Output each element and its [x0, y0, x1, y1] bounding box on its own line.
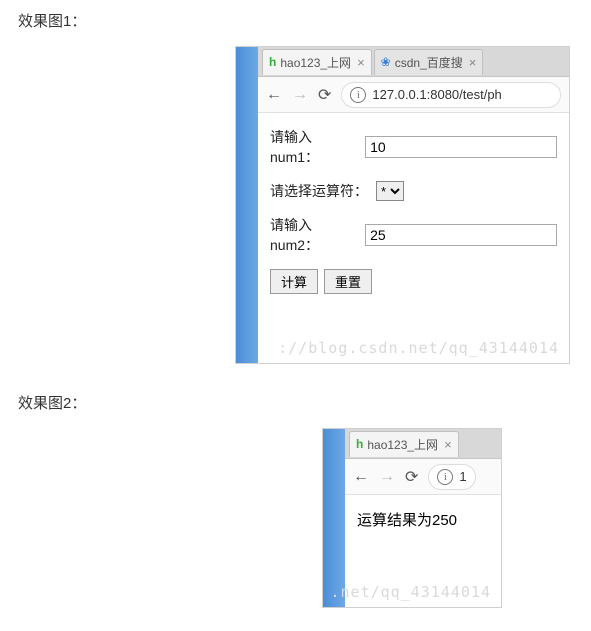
left-stripe	[236, 47, 258, 363]
address-bar: ← → ⟳ i 1	[345, 459, 501, 495]
tab-title: csdn_百度搜	[395, 54, 463, 71]
info-icon[interactable]: i	[437, 469, 453, 485]
select-operator[interactable]: *	[376, 181, 404, 201]
reload-button[interactable]: ⟳	[318, 85, 331, 105]
tab-title: hao123_上网	[367, 436, 438, 453]
url-input[interactable]: i 1	[428, 464, 475, 490]
input-num2[interactable]	[365, 224, 557, 246]
label-num1: 请输入num1：	[270, 127, 357, 167]
tab-hao123[interactable]: h hao123_上网 ×	[349, 431, 459, 457]
row-operator: 请选择运算符： *	[270, 181, 557, 201]
calc-button[interactable]: 计算	[270, 269, 318, 294]
close-icon[interactable]: ×	[469, 55, 477, 70]
row-num2: 请输入num2：	[270, 215, 557, 255]
url-input[interactable]: i 127.0.0.1:8080/test/ph	[341, 82, 561, 108]
result-text: 运算结果为250	[357, 509, 489, 530]
label-num2: 请输入num2：	[270, 215, 357, 255]
browser-window-1: h hao123_上网 × ❀ csdn_百度搜 × ← → ⟳ i 127.0…	[235, 46, 570, 364]
button-row: 计算 重置	[270, 269, 557, 294]
left-stripe	[323, 429, 345, 607]
tab-bar: h hao123_上网 ×	[345, 429, 501, 459]
reset-button[interactable]: 重置	[324, 269, 372, 294]
page-content-1: 请输入num1： 请选择运算符： * 请输入num2： 计算 重置 ://blo…	[258, 113, 569, 363]
watermark: ://blog.csdn.net/qq_43144014	[278, 339, 559, 357]
reload-button[interactable]: ⟳	[405, 467, 418, 487]
caption-fig2: 效果图2：	[18, 392, 591, 413]
tab-title: hao123_上网	[280, 54, 351, 71]
close-icon[interactable]: ×	[444, 437, 452, 452]
page-content-2: 运算结果为250 .net/qq_43144014	[345, 495, 501, 607]
address-bar: ← → ⟳ i 127.0.0.1:8080/test/ph	[258, 77, 569, 113]
tab-hao123[interactable]: h hao123_上网 ×	[262, 49, 372, 75]
close-icon[interactable]: ×	[357, 55, 365, 70]
row-num1: 请输入num1：	[270, 127, 557, 167]
url-text: 1	[459, 469, 466, 484]
tab-csdn[interactable]: ❀ csdn_百度搜 ×	[374, 49, 484, 75]
input-num1[interactable]	[365, 136, 557, 158]
url-text: 127.0.0.1:8080/test/ph	[372, 87, 501, 102]
hao123-icon: h	[356, 438, 363, 450]
hao123-icon: h	[269, 56, 276, 68]
forward-button[interactable]: →	[292, 86, 308, 104]
caption-fig1: 效果图1：	[18, 10, 591, 31]
back-button[interactable]: ←	[353, 468, 369, 486]
label-operator: 请选择运算符：	[270, 181, 368, 201]
tab-bar: h hao123_上网 × ❀ csdn_百度搜 ×	[258, 47, 569, 77]
back-button[interactable]: ←	[266, 86, 282, 104]
forward-button[interactable]: →	[379, 468, 395, 486]
info-icon[interactable]: i	[350, 87, 366, 103]
browser-window-2: h hao123_上网 × ← → ⟳ i 1 运算结果为250 .net/qq…	[322, 428, 502, 608]
baidu-icon: ❀	[381, 56, 391, 68]
watermark: .net/qq_43144014	[331, 583, 492, 601]
